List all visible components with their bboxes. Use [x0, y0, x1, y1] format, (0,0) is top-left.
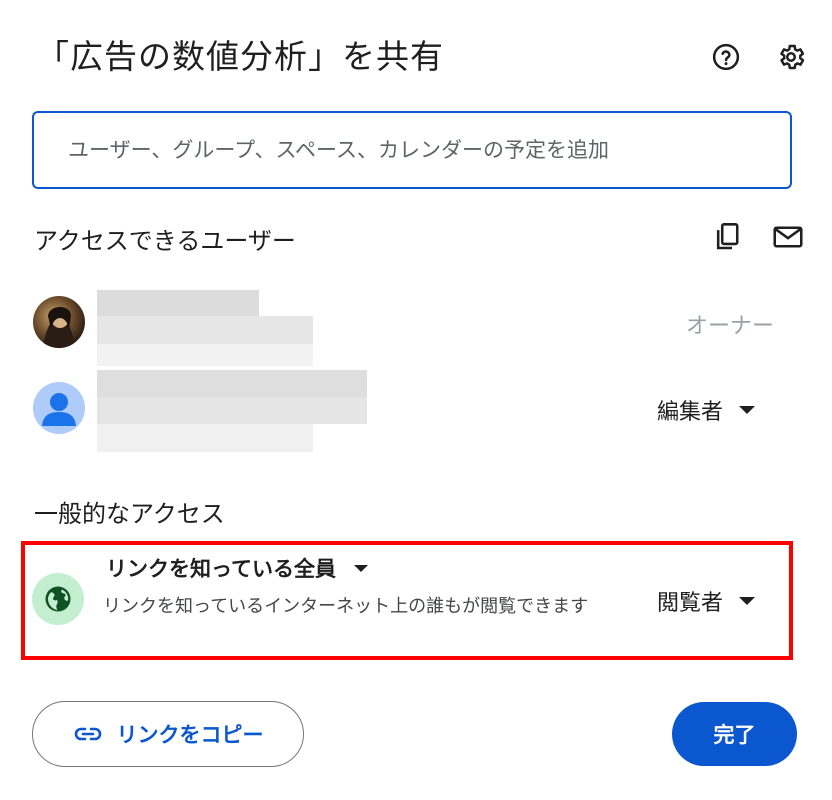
redacted-user-detail	[97, 344, 313, 366]
redacted-user-email	[97, 316, 313, 344]
access-section-title: アクセスできるユーザー	[34, 227, 296, 255]
redacted-user-detail	[97, 424, 313, 452]
avatar	[33, 296, 85, 348]
done-button[interactable]: 完了	[672, 702, 797, 766]
search-field[interactable]	[32, 111, 792, 189]
role-label: 閲覧者	[657, 591, 724, 616]
add-people-input[interactable]	[66, 137, 758, 163]
globe-badge	[32, 573, 84, 625]
redacted-user-name	[97, 370, 367, 397]
email-people-button[interactable]	[768, 217, 808, 257]
link-scope-dropdown[interactable]: リンクを知っている全員	[106, 553, 368, 583]
dialog-title: 「広告の数値分析」を共有	[36, 37, 444, 76]
owner-role-label: オーナー	[686, 314, 775, 339]
link-icon	[74, 727, 101, 741]
mail-icon	[773, 226, 803, 248]
redacted-user-name	[97, 290, 259, 316]
copy-emails-button[interactable]	[708, 217, 748, 257]
editor-role-dropdown[interactable]: 編集者	[657, 394, 756, 426]
help-button[interactable]	[706, 37, 746, 77]
redacted-user-email	[97, 397, 367, 424]
help-circle-icon	[712, 43, 740, 71]
dropdown-arrow-icon	[353, 564, 368, 572]
copy-link-button[interactable]: リンクをコピー	[32, 701, 304, 767]
general-access-title: 一般的なアクセス	[34, 500, 225, 528]
globe-icon	[45, 586, 71, 612]
profile-photo-icon	[43, 307, 75, 348]
link-scope-label: リンクを知っている全員	[106, 557, 336, 581]
avatar	[33, 382, 85, 434]
settings-button[interactable]	[771, 37, 811, 77]
copy-link-label: リンクをコピー	[116, 723, 264, 747]
dropdown-arrow-icon	[739, 406, 756, 414]
role-label: 編集者	[657, 400, 724, 425]
gear-icon	[780, 44, 805, 70]
copy-icon	[716, 223, 739, 250]
viewer-role-dropdown[interactable]: 閲覧者	[657, 585, 756, 617]
link-scope-description: リンクを知っているインターネット上の誰もが閲覧できます	[103, 596, 589, 617]
done-label: 完了	[713, 723, 756, 747]
dropdown-arrow-icon	[739, 597, 756, 605]
person-icon	[42, 393, 76, 426]
